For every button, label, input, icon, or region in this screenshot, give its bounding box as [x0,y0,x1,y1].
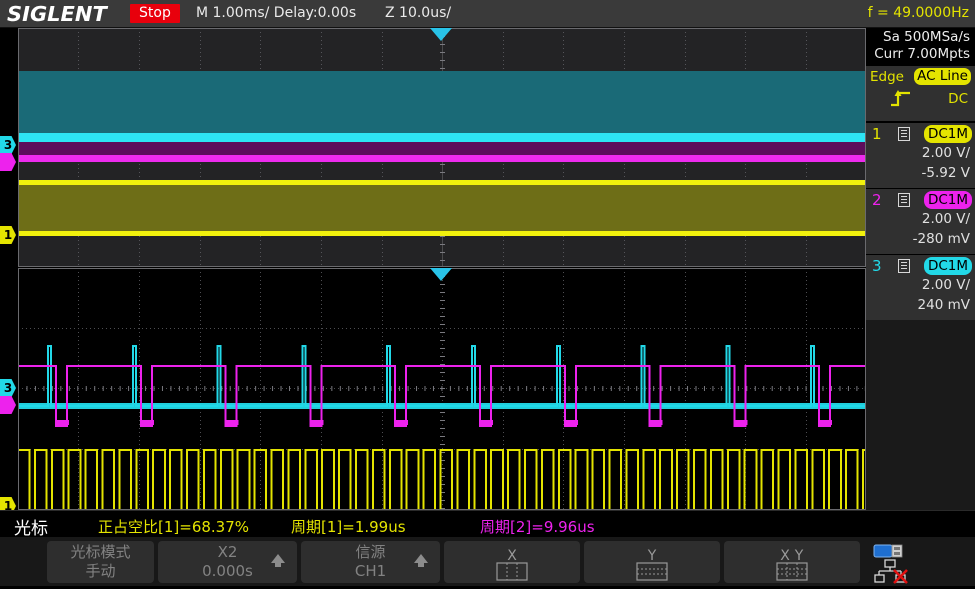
siglent-logo: SIGLENT [7,2,107,26]
ch3-coupling-badge[interactable]: DC1M [924,257,972,275]
run-stop-status[interactable]: Stop [130,4,180,23]
cursor-type-x-button[interactable]: X [444,541,580,583]
ch3-bandwidth-icon [898,259,910,273]
cursor-x2-button[interactable]: X2 0.000s [158,541,297,583]
ch3-offset-pointer-main[interactable]: 3 [0,136,18,154]
ch1-bandwidth-icon [898,127,910,141]
cursor-source-button[interactable]: 信源 CH1 [301,541,440,583]
ch1-number: 1 [872,125,882,143]
memory-depth-label: Curr 7.00Mpts [866,46,975,63]
cursor-section-label: 光标 [14,514,48,539]
lan-disconnected-icon [874,559,914,589]
cursor-type-y-button[interactable]: Y [584,541,720,583]
cursor-x-icon: X [483,548,541,586]
rising-edge-icon [890,90,912,111]
ch2-offset-pointer-zoom[interactable] [0,396,18,414]
channel-1-block[interactable]: 1 DC1M 2.00 V/ -5.92 V [866,122,975,188]
measurement-period-ch1[interactable]: 周期[1]=1.99us [291,516,406,537]
trigger-type-label: Edge [870,69,904,85]
ch3-offset-pointer-zoom[interactable]: 3 [0,379,18,397]
frequency-counter: f = 49.0000Hz [868,5,969,21]
cursor-type-xy-button[interactable]: X Y [724,541,860,583]
ch1-coupling-badge[interactable]: DC1M [924,125,972,143]
ch2-volts-per-div: 2.00 V/ [922,211,970,227]
ch2-offset: -280 mV [913,231,970,247]
channel-2-block[interactable]: 2 DC1M 2.00 V/ -280 mV [866,188,975,254]
cursor-xy-icon: X Y [761,548,823,586]
cursor-source-knob-icon [414,554,428,563]
waveform-display-area[interactable]: 3 1 3 1 [0,28,866,510]
bottom-menu-bar: 光标模式 手动 X2 0.000s 信源 CH1 X Y [0,537,975,586]
trigger-info-block[interactable]: Edge AC Line DC [866,66,975,122]
main-timebase-label: M 1.00ms/ Delay:0.00s [196,5,356,21]
cursor-mode-label: 光标模式 [47,541,154,562]
measurement-duty-cycle[interactable]: 正占空比[1]=68.37% [98,516,249,537]
trigger-source-badge[interactable]: AC Line [914,68,971,85]
ch2-offset-pointer-main[interactable] [0,153,18,171]
measurement-period-ch2[interactable]: 周期[2]=9.96us [480,516,595,537]
svg-text:X: X [507,548,517,564]
cursor-mode-value: 手动 [47,562,154,581]
main-trigger-position-marker[interactable] [430,28,452,41]
main-window-frame [18,28,866,267]
cursor-x2-knob-icon [271,554,285,563]
cursor-y-icon: Y [623,548,681,586]
ch2-number: 2 [872,191,882,209]
zoom-timebase-label: Z 10.0us/ [385,5,451,21]
ch1-offset: -5.92 V [922,165,970,181]
svg-text:Y: Y [647,548,657,564]
ch2-coupling-badge[interactable]: DC1M [924,191,972,209]
ch3-number: 3 [872,257,882,275]
cursor-mode-button[interactable]: 光标模式 手动 [47,541,154,583]
ch1-offset-pointer-main[interactable]: 1 [0,226,18,244]
trigger-coupling-label: DC [948,91,968,107]
acquisition-info-block: Sa 500MSa/s Curr 7.00Mpts [866,28,975,66]
ch2-bandwidth-icon [898,193,910,207]
ch1-volts-per-div: 2.00 V/ [922,145,970,161]
svg-text:X: X [780,548,790,564]
svg-text:Y: Y [794,548,804,564]
measurement-bar: 光标 正占空比[1]=68.37% 周期[1]=1.99us 周期[2]=9.9… [0,510,975,537]
zoom-window-frame [18,268,866,510]
ch3-offset: 240 mV [918,297,970,313]
channel-3-block[interactable]: 3 DC1M 2.00 V/ 240 mV [866,254,975,320]
zoom-trigger-position-marker[interactable] [430,268,452,281]
ch3-volts-per-div: 2.00 V/ [922,277,970,293]
sample-rate-label: Sa 500MSa/s [866,29,975,46]
top-status-bar: SIGLENT Stop M 1.00ms/ Delay:0.00s Z 10.… [0,0,975,28]
right-side-panel: Sa 500MSa/s Curr 7.00Mpts Edge AC Line D… [866,28,975,510]
